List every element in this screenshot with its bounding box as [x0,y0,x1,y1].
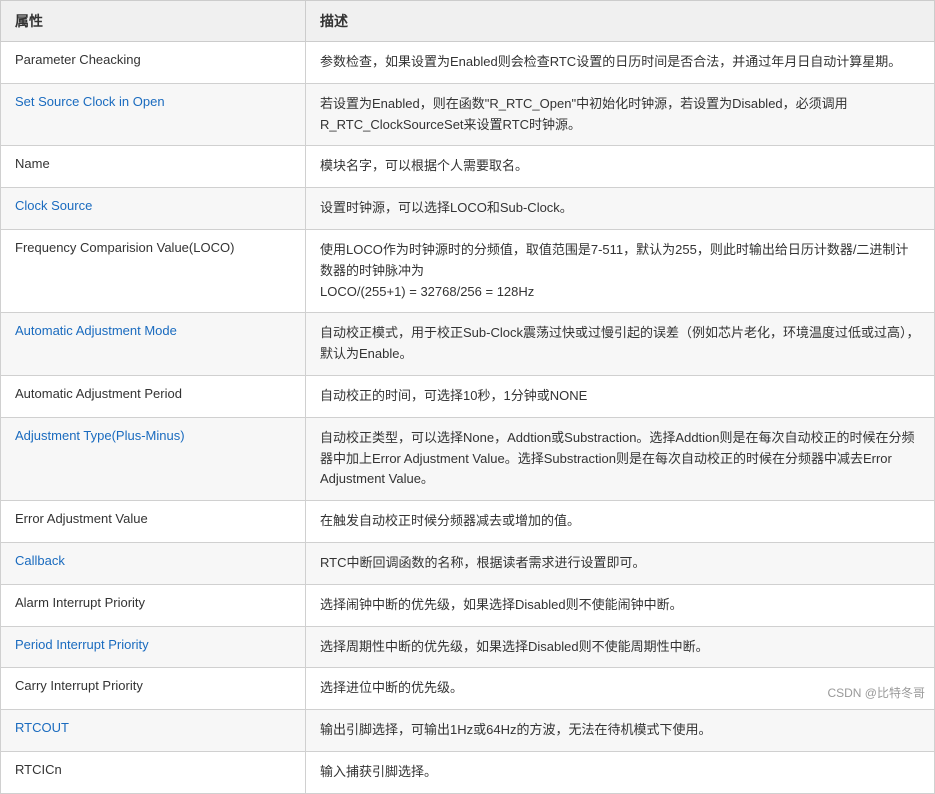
property-cell-parameter-checking: Parameter Cheacking [1,42,306,84]
table-row: Carry Interrupt Priority选择进位中断的优先级。 [1,668,935,710]
description-cell-period-interrupt-priority: 选择周期性中断的优先级，如果选择Disabled则不使能周期性中断。 [306,626,935,668]
description-cell-automatic-adjustment-mode: 自动校正模式，用于校正Sub-Clock震荡过快或过慢引起的误差（例如芯片老化，… [306,313,935,376]
description-cell-frequency-comparison: 使用LOCO作为时钟源时的分频值，取值范围是7-511，默认为255，则此时输出… [306,229,935,312]
table-row: Alarm Interrupt Priority选择闹钟中断的优先级，如果选择D… [1,584,935,626]
table-row: Set Source Clock in Open若设置为Enabled，则在函数… [1,83,935,146]
table-row: Adjustment Type(Plus-Minus)自动校正类型，可以选择No… [1,417,935,500]
description-cell-adjustment-type: 自动校正类型，可以选择None，Addtion或Substraction。选择A… [306,417,935,500]
property-cell-frequency-comparison: Frequency Comparision Value(LOCO) [1,229,306,312]
watermark: CSDN @比特冬哥 [827,684,925,701]
table-row: CallbackRTC中断回调函数的名称，根据读者需求进行设置即可。 [1,542,935,584]
description-cell-alarm-interrupt-priority: 选择闹钟中断的优先级，如果选择Disabled则不使能闹钟中断。 [306,584,935,626]
property-cell-automatic-adjustment-period: Automatic Adjustment Period [1,375,306,417]
description-cell-rtcicn: 输入捕获引脚选择。 [306,751,935,793]
property-cell-carry-interrupt-priority: Carry Interrupt Priority [1,668,306,710]
header-description: 描述 [306,1,935,42]
property-cell-clock-source: Clock Source [1,188,306,230]
table-row: Automatic Adjustment Mode自动校正模式，用于校正Sub-… [1,313,935,376]
table-row: Automatic Adjustment Period自动校正的时间，可选择10… [1,375,935,417]
property-cell-error-adjustment-value: Error Adjustment Value [1,501,306,543]
description-cell-name: 模块名字，可以根据个人需要取名。 [306,146,935,188]
table-row: Period Interrupt Priority选择周期性中断的优先级，如果选… [1,626,935,668]
header-property: 属性 [1,1,306,42]
description-cell-automatic-adjustment-period: 自动校正的时间，可选择10秒，1分钟或NONE [306,375,935,417]
property-cell-set-source-clock: Set Source Clock in Open [1,83,306,146]
description-cell-set-source-clock: 若设置为Enabled，则在函数"R_RTC_Open"中初始化时钟源，若设置为… [306,83,935,146]
description-cell-rtcout: 输出引脚选择，可输出1Hz或64Hz的方波，无法在待机模式下使用。 [306,710,935,752]
property-cell-rtcout: RTCOUT [1,710,306,752]
description-cell-clock-source: 设置时钟源，可以选择LOCO和Sub-Clock。 [306,188,935,230]
property-cell-adjustment-type: Adjustment Type(Plus-Minus) [1,417,306,500]
property-cell-name: Name [1,146,306,188]
table-row: Name模块名字，可以根据个人需要取名。 [1,146,935,188]
property-cell-period-interrupt-priority: Period Interrupt Priority [1,626,306,668]
property-cell-callback: Callback [1,542,306,584]
table-row: Parameter Cheacking参数检查，如果设置为Enabled则会检查… [1,42,935,84]
table-row: Frequency Comparision Value(LOCO)使用LOCO作… [1,229,935,312]
property-cell-automatic-adjustment-mode: Automatic Adjustment Mode [1,313,306,376]
description-cell-parameter-checking: 参数检查，如果设置为Enabled则会检查RTC设置的日历时间是否合法，并通过年… [306,42,935,84]
description-cell-error-adjustment-value: 在触发自动校正时候分频器减去或增加的值。 [306,501,935,543]
table-row: Clock Source设置时钟源，可以选择LOCO和Sub-Clock。 [1,188,935,230]
property-cell-alarm-interrupt-priority: Alarm Interrupt Priority [1,584,306,626]
table-row: Error Adjustment Value在触发自动校正时候分频器减去或增加的… [1,501,935,543]
description-cell-callback: RTC中断回调函数的名称，根据读者需求进行设置即可。 [306,542,935,584]
table-row: RTCOUT输出引脚选择，可输出1Hz或64Hz的方波，无法在待机模式下使用。 [1,710,935,752]
property-cell-rtcicn: RTCICn [1,751,306,793]
table-row: RTCICn输入捕获引脚选择。 [1,751,935,793]
properties-table: 属性 描述 Parameter Cheacking参数检查，如果设置为Enabl… [0,0,935,794]
